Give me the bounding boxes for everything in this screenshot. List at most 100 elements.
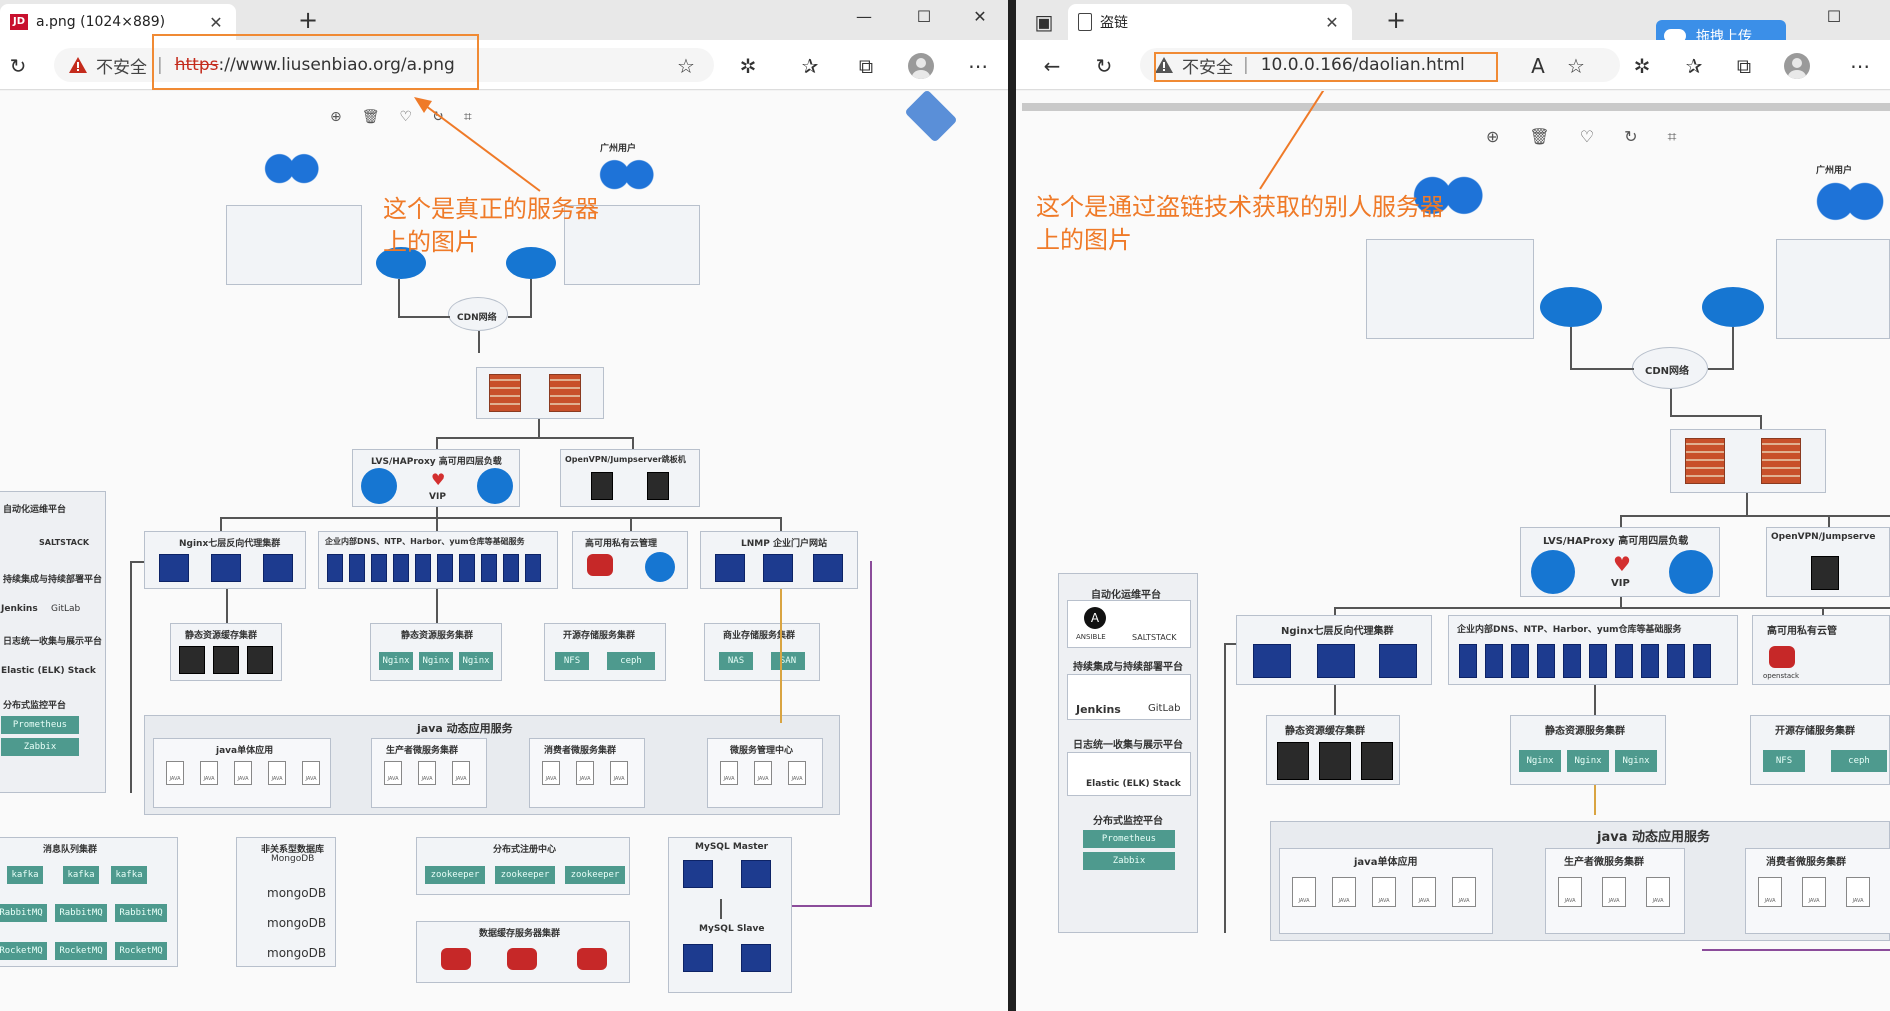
page-content: ⊕ 🗑 ♡ ↻ ⌗ 广州用户 CDN网络 LVS/HAProxy 高可用四层负载… xyxy=(1016,91,1890,1011)
server-icon xyxy=(1485,644,1503,678)
openstack-label: openstack xyxy=(1763,672,1800,680)
new-tab-button[interactable]: + xyxy=(294,8,322,32)
server-icon xyxy=(213,646,239,674)
rabbitmq-chip: RabbitMQ xyxy=(115,904,167,922)
close-tab-icon[interactable]: ✕ xyxy=(1322,13,1342,32)
java-doc-icon xyxy=(200,761,218,785)
kafka-chip: kafka xyxy=(63,866,99,884)
extensions-icon[interactable]: ✲ xyxy=(734,52,762,80)
left-browser-window: JD a.png (1024×889) ✕ + — ☐ ✕ ↻ 不安全 | ht… xyxy=(0,0,1008,1011)
annotation-text: 这个是通过盗链技术获取的别人服务器 上的图片 xyxy=(1036,191,1444,257)
server-icon xyxy=(247,646,273,674)
more-menu-icon[interactable]: ⋯ xyxy=(1846,52,1874,80)
tab-title: a.png (1024×889) xyxy=(36,14,166,30)
server-icon xyxy=(763,554,793,582)
gitlab-label: GitLab xyxy=(1148,703,1181,714)
annotation-arrow xyxy=(1259,91,1325,190)
nfs-chip: NFS xyxy=(555,652,589,670)
private-cloud-box: 高可用私有云管理 xyxy=(572,531,688,589)
server-icon xyxy=(393,554,409,582)
lvs-box: LVS/HAProxy 高可用四层负载 VIP ♥ xyxy=(352,449,520,507)
read-aloud-icon[interactable]: A xyxy=(1524,52,1552,80)
consumer-box: 消费者微服务集群 xyxy=(529,738,645,808)
monitor-label: 分布式监控平台 xyxy=(1093,816,1163,827)
jd-favicon-icon: JD xyxy=(10,14,28,30)
mongodb-title: MongoDB xyxy=(271,854,315,864)
nginx-cluster-box: Nginx七层反向代理集群 xyxy=(1236,615,1432,685)
ms-mgmt-box: 微服务管理中心 xyxy=(707,738,823,808)
infra-label: 企业内部DNS、NTP、Harbor、yum仓库等基础服务 xyxy=(325,537,525,546)
prometheus-chip: Prometheus xyxy=(1083,830,1175,848)
refresh-icon[interactable]: ↻ xyxy=(1090,52,1118,80)
load-balancer-icon xyxy=(1669,550,1713,594)
server-icon xyxy=(1317,644,1355,678)
close-tab-icon[interactable]: ✕ xyxy=(206,13,226,32)
mysql-master-label: MySQL Master xyxy=(695,842,769,852)
database-icon xyxy=(741,860,771,888)
annotation-line-2: 上的图片 xyxy=(383,228,479,256)
java-doc-icon xyxy=(1332,877,1356,907)
elk-label: Elastic (ELK) Stack xyxy=(1,666,96,676)
zookeeper-chip: zookeeper xyxy=(565,866,625,884)
logging-card: Elastic (ELK) Stack xyxy=(1067,752,1191,796)
server-icon xyxy=(349,554,365,582)
nginx-chip: Nginx xyxy=(1615,750,1657,772)
server-icon xyxy=(179,646,205,674)
private-cloud-label: 高可用私有云管 xyxy=(1767,626,1837,637)
java-services-box: java 动态应用服务 java单体应用 生产者微服务集群 消费者微服务集 xyxy=(144,715,840,815)
openstack-icon xyxy=(1769,646,1795,668)
java-doc-icon xyxy=(452,761,470,785)
window-separator xyxy=(1008,0,1016,1011)
static-server-box: 静态资源服务集群 Nginx Nginx Nginx xyxy=(370,623,502,681)
registry-box: 分布式注册中心 zookeeper zookeeper zookeeper xyxy=(416,837,630,895)
extensions-icon[interactable]: ✲ xyxy=(1628,52,1656,80)
firewall-box xyxy=(1670,429,1826,493)
mysql-slave-label: MySQL Slave xyxy=(699,924,765,934)
infra-box: 企业内部DNS、NTP、Harbor、yum仓库等基础服务 xyxy=(318,531,558,589)
minimize-button[interactable]: — xyxy=(846,6,882,28)
cdn-label: CDN网络 xyxy=(1645,366,1690,377)
server-icon xyxy=(481,554,497,582)
refresh-icon[interactable]: ↻ xyxy=(4,52,32,80)
maximize-button[interactable]: ☐ xyxy=(1816,6,1852,28)
cdn-node: CDN网络 xyxy=(1632,347,1708,389)
nosql-box: 非关系型数据库 MongoDB mongoDB mongoDB mongoDB xyxy=(236,837,336,967)
toolbar: ↻ 不安全 | https://www.liusenbiao.org/a.png… xyxy=(0,34,1008,90)
new-tab-button[interactable]: + xyxy=(1382,8,1410,32)
close-window-button[interactable]: ✕ xyxy=(962,6,998,28)
annotation-text: 这个是真正的服务器 上的图片 xyxy=(383,193,599,259)
collections-icon[interactable]: ⧉ xyxy=(1730,52,1758,80)
static-cache-label: 静态资源缓存集群 xyxy=(185,631,258,641)
san-chip: SAN xyxy=(771,652,805,670)
java-doc-icon xyxy=(576,761,594,785)
more-menu-icon[interactable]: ⋯ xyxy=(964,52,992,80)
favorite-star-icon[interactable]: ☆ xyxy=(672,52,700,80)
tab-daolian[interactable]: 盗链 ✕ xyxy=(1068,4,1352,40)
profile-avatar[interactable] xyxy=(1784,53,1810,79)
favorites-icon[interactable]: ✰ xyxy=(1680,52,1708,80)
static-server-label: 静态资源服务集群 xyxy=(1545,726,1625,737)
back-icon[interactable]: ← xyxy=(1038,52,1066,80)
firewall-icon xyxy=(549,374,581,412)
collections-icon[interactable]: ⧉ xyxy=(852,52,880,80)
java-services-label: java 动态应用服务 xyxy=(417,722,513,735)
elk-label: Elastic (ELK) Stack xyxy=(1086,779,1181,789)
kafka-chip: kafka xyxy=(111,866,147,884)
data-cache-label: 数据缓存服务器集群 xyxy=(479,929,561,939)
auto-ops-label: 自动化运维平台 xyxy=(3,505,67,515)
devices-box xyxy=(226,205,362,285)
favorite-star-icon[interactable]: ☆ xyxy=(1562,52,1590,80)
server-icon xyxy=(1379,644,1417,678)
lvs-label: LVS/HAProxy 高可用四层负载 xyxy=(1543,536,1689,547)
favorites-icon[interactable]: ✰ xyxy=(796,52,824,80)
data-cache-box: 数据缓存服务器集群 xyxy=(416,921,630,983)
tab-actions-icon[interactable]: ▣ xyxy=(1030,8,1058,36)
nginx-cluster-label: Nginx七层反向代理集群 xyxy=(179,539,281,549)
auto-ops-card: A ANSIBLE SALTSTACK xyxy=(1067,600,1191,648)
maximize-button[interactable]: ☐ xyxy=(906,6,942,28)
profile-avatar[interactable] xyxy=(908,53,934,79)
annotation-line-2: 上的图片 xyxy=(1036,226,1132,254)
prometheus-chip: Prometheus xyxy=(1,716,79,734)
zookeeper-chip: zookeeper xyxy=(495,866,555,884)
server-icon xyxy=(1693,644,1711,678)
